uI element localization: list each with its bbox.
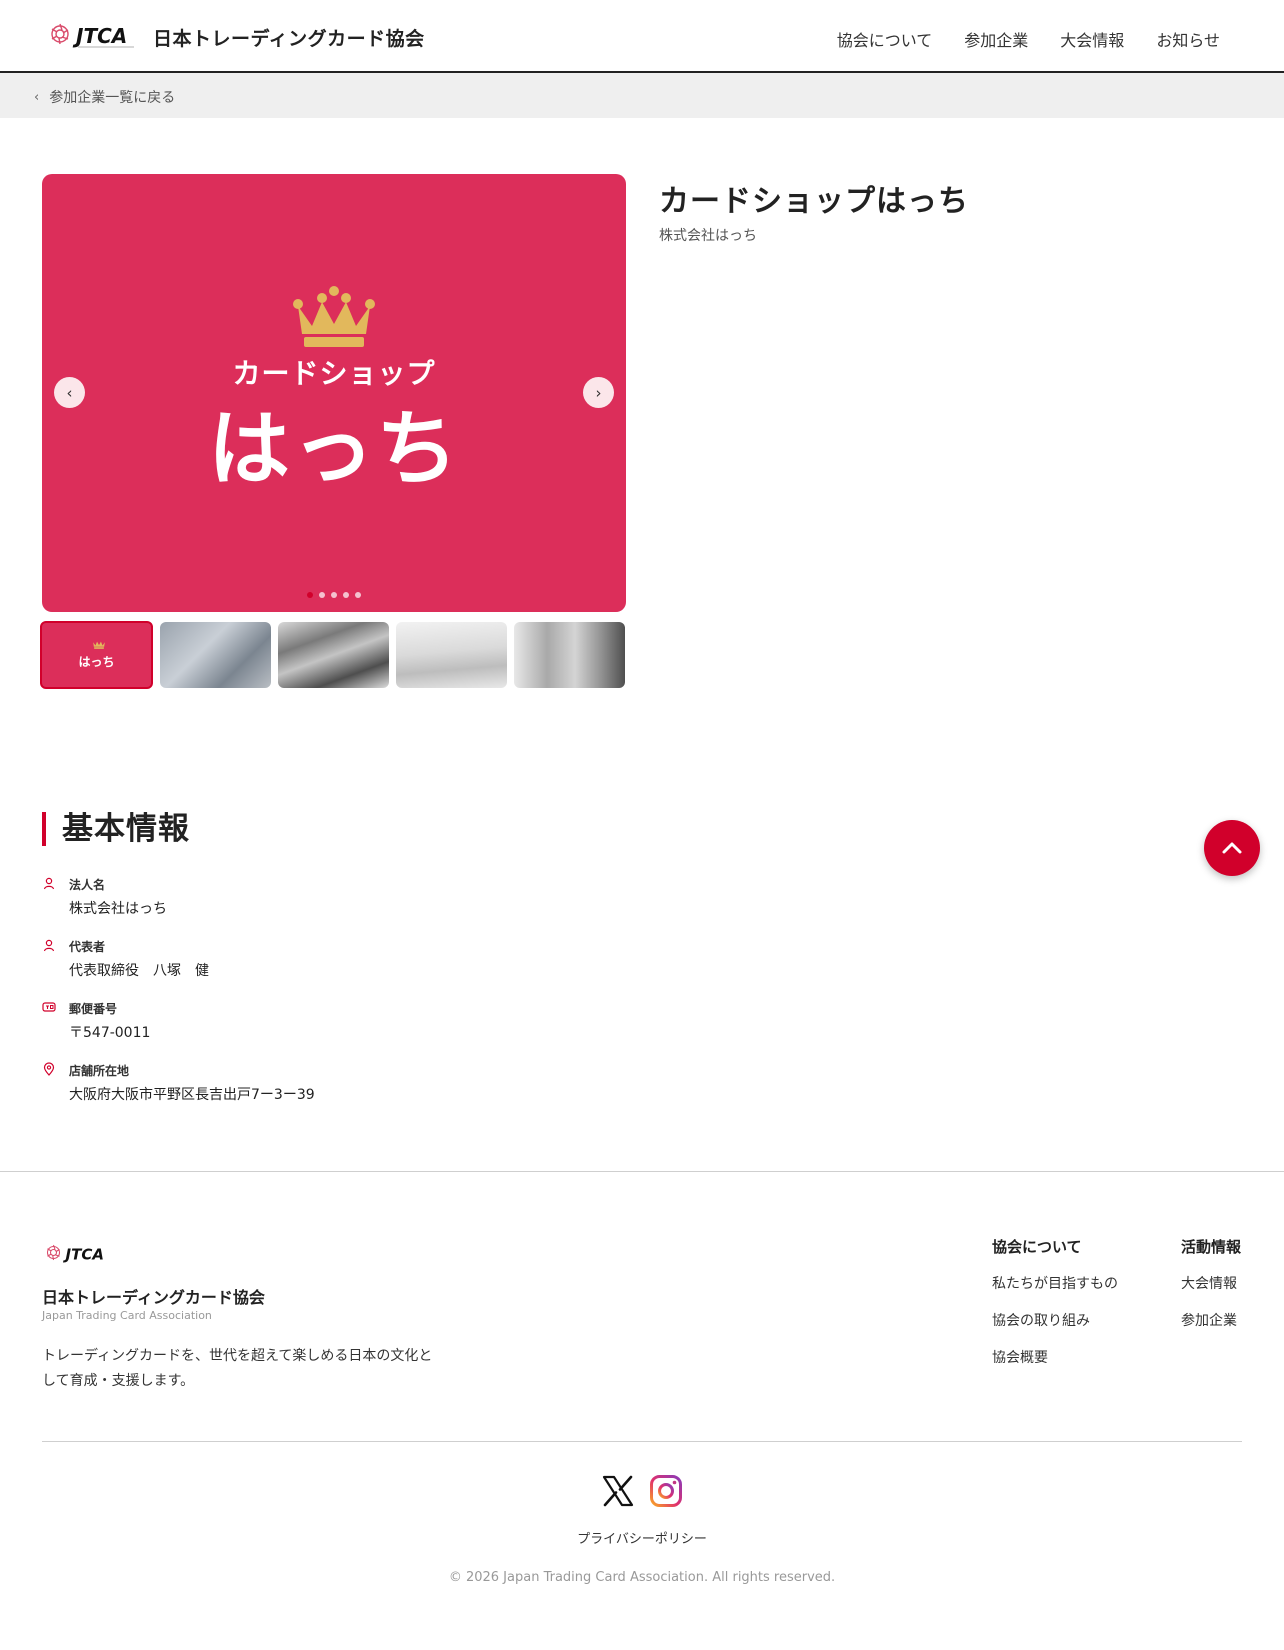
thumbnail-1[interactable]: はっち [40, 621, 153, 689]
copyright: © 2026 Japan Trading Card Association. A… [448, 1570, 836, 1585]
footer-column-title: 活動情報 [1181, 1238, 1242, 1256]
carousel-dot-4[interactable] [343, 592, 349, 598]
info-label: 郵便番号 [69, 1002, 118, 1016]
info-label: 店舗所在地 [69, 1064, 130, 1078]
shop-image-carousel[interactable]: カードショップ はっち ‹ › [42, 174, 626, 612]
footer-link-vision[interactable]: 私たちが目指すもの [992, 1273, 1118, 1293]
thumbnail-5[interactable] [514, 622, 625, 688]
footer-org-name-en: Japan Trading Card Association [42, 1309, 212, 1322]
footer-column-about: 協会について 私たちが目指すもの 協会の取り組み 協会概要 [992, 1236, 1118, 1384]
footer-column-activities: 活動情報 大会情報 参加企業 [1181, 1236, 1241, 1347]
person-icon [43, 877, 55, 890]
chevron-left-icon: ‹ [34, 89, 40, 105]
info-value: 代表取締役 八塚 健 [69, 963, 209, 979]
svg-text:JTCA: JTCA [72, 24, 127, 48]
info-value: 〒547-0011 [69, 1025, 151, 1041]
chevron-right-icon: › [595, 383, 602, 402]
site-logo[interactable]: JTCA [48, 20, 140, 52]
nav-members[interactable]: 参加企業 [964, 27, 1028, 51]
carousel-next-button[interactable]: › [583, 377, 614, 408]
crown-icon [293, 286, 375, 347]
jtca-logo-icon: JTCA [51, 23, 134, 48]
carousel-dot-5[interactable] [355, 592, 361, 598]
nav-tournaments[interactable]: 大会情報 [1060, 27, 1124, 51]
nav-news[interactable]: お知らせ [1156, 27, 1220, 51]
footer-column-title: 協会について [992, 1238, 1082, 1256]
carousel-dots [307, 592, 361, 598]
social-links [601, 1474, 683, 1508]
info-value: 株式会社はっち [69, 901, 167, 917]
shop-company: 株式会社はっち [659, 228, 757, 244]
svg-text:JTCA: JTCA [63, 1245, 104, 1263]
shop-name: カードショップはっち [659, 184, 969, 219]
breadcrumb-bar: ‹ 参加企業一覧に戻る [0, 73, 1284, 118]
carousel-prev-button[interactable]: ‹ [54, 377, 85, 408]
thumbnail-4[interactable] [396, 622, 507, 688]
footer-logo[interactable]: JTCA [42, 1242, 116, 1270]
info-label: 法人名 [69, 878, 106, 892]
back-link-label: 参加企業一覧に戻る [49, 90, 176, 106]
footer-link-tournaments[interactable]: 大会情報 [1181, 1273, 1241, 1293]
info-value: 大阪府大阪市平野区長吉出戸7ー3ー39 [69, 1087, 315, 1103]
nav-about[interactable]: 協会について [837, 27, 933, 51]
carousel-thumbnails: はっち [40, 621, 625, 689]
thumbnail-3[interactable] [278, 622, 389, 688]
jtca-logo-icon: JTCA [46, 1244, 104, 1263]
footer-separator [42, 1441, 1242, 1442]
carousel-dot-3[interactable] [331, 592, 337, 598]
back-to-top-button[interactable] [1204, 820, 1260, 876]
x-twitter-icon[interactable] [601, 1474, 635, 1508]
basic-info-title: 基本情報 [42, 812, 190, 846]
footer-divider [0, 1171, 1284, 1172]
main-nav: 協会について 参加企業 大会情報 お知らせ [837, 27, 1220, 51]
site-header: JTCA 日本トレーディングカード協会 協会について 参加企業 大会情報 お知ら… [0, 0, 1284, 73]
carousel-dot-2[interactable] [319, 592, 325, 598]
instagram-icon[interactable] [649, 1474, 683, 1508]
chevron-left-icon: ‹ [66, 383, 73, 402]
back-to-members-link[interactable]: ‹ 参加企業一覧に戻る [34, 87, 175, 107]
footer-description: トレーディングカードを、世代を超えて楽しめる日本の文化として育成・支援します。 [42, 1348, 433, 1389]
postal-icon [42, 1002, 56, 1012]
carousel-dot-1[interactable] [307, 592, 313, 598]
info-label: 代表者 [69, 940, 106, 954]
thumbnail-2[interactable] [160, 622, 271, 688]
footer-link-members[interactable]: 参加企業 [1181, 1310, 1241, 1330]
crown-icon [93, 641, 105, 649]
footer-org-name: 日本トレーディングカード協会 [42, 1288, 265, 1307]
privacy-policy-link[interactable]: プライバシーポリシー [0, 1528, 1284, 1547]
site-title[interactable]: 日本トレーディングカード協会 [153, 24, 425, 51]
footer-link-overview[interactable]: 協会概要 [992, 1347, 1118, 1367]
thumbnail-logo-text: はっち [78, 655, 115, 669]
location-pin-icon [43, 1062, 55, 1076]
slide-title: はっち [207, 402, 460, 497]
person-icon [43, 939, 55, 952]
chevron-up-icon [1222, 842, 1242, 854]
footer-link-initiatives[interactable]: 協会の取り組み [992, 1310, 1118, 1330]
